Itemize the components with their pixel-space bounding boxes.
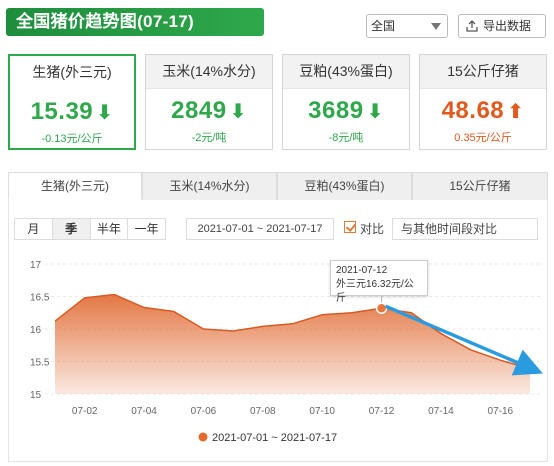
x-tick-label: 07-04 [131, 406, 157, 417]
x-tick-label: 07-06 [191, 406, 217, 417]
y-tick-label: 16.5 [30, 293, 50, 304]
x-tick-label: 07-10 [309, 406, 335, 417]
x-tick-label: 07-02 [72, 406, 98, 417]
tooltip-date: 2021-07-12 [336, 265, 388, 276]
y-tick-label: 17 [30, 260, 42, 271]
tooltip-value: 外三元16.32元/公斤 [336, 279, 414, 304]
y-tick-label: 16 [30, 325, 42, 336]
series-area [55, 294, 530, 394]
y-tick-label: 15 [30, 390, 42, 401]
legend-marker [198, 432, 208, 442]
x-tick-label: 07-16 [488, 406, 514, 417]
price-chart: 15 15.5 16 16.5 17 07-02 07-04 07-06 07-08 07-10 0… [30, 260, 543, 444]
x-tick-label: 07-14 [428, 406, 454, 417]
x-tick-label: 07-12 [369, 406, 395, 417]
chart-tooltip: 2021-07-12 外三元16.32元/公斤 [330, 260, 428, 304]
y-tick-label: 15.5 [30, 358, 50, 369]
legend-label: 2021-07-01 ~ 2021-07-17 [212, 432, 337, 444]
x-tick-label: 07-08 [250, 406, 276, 417]
